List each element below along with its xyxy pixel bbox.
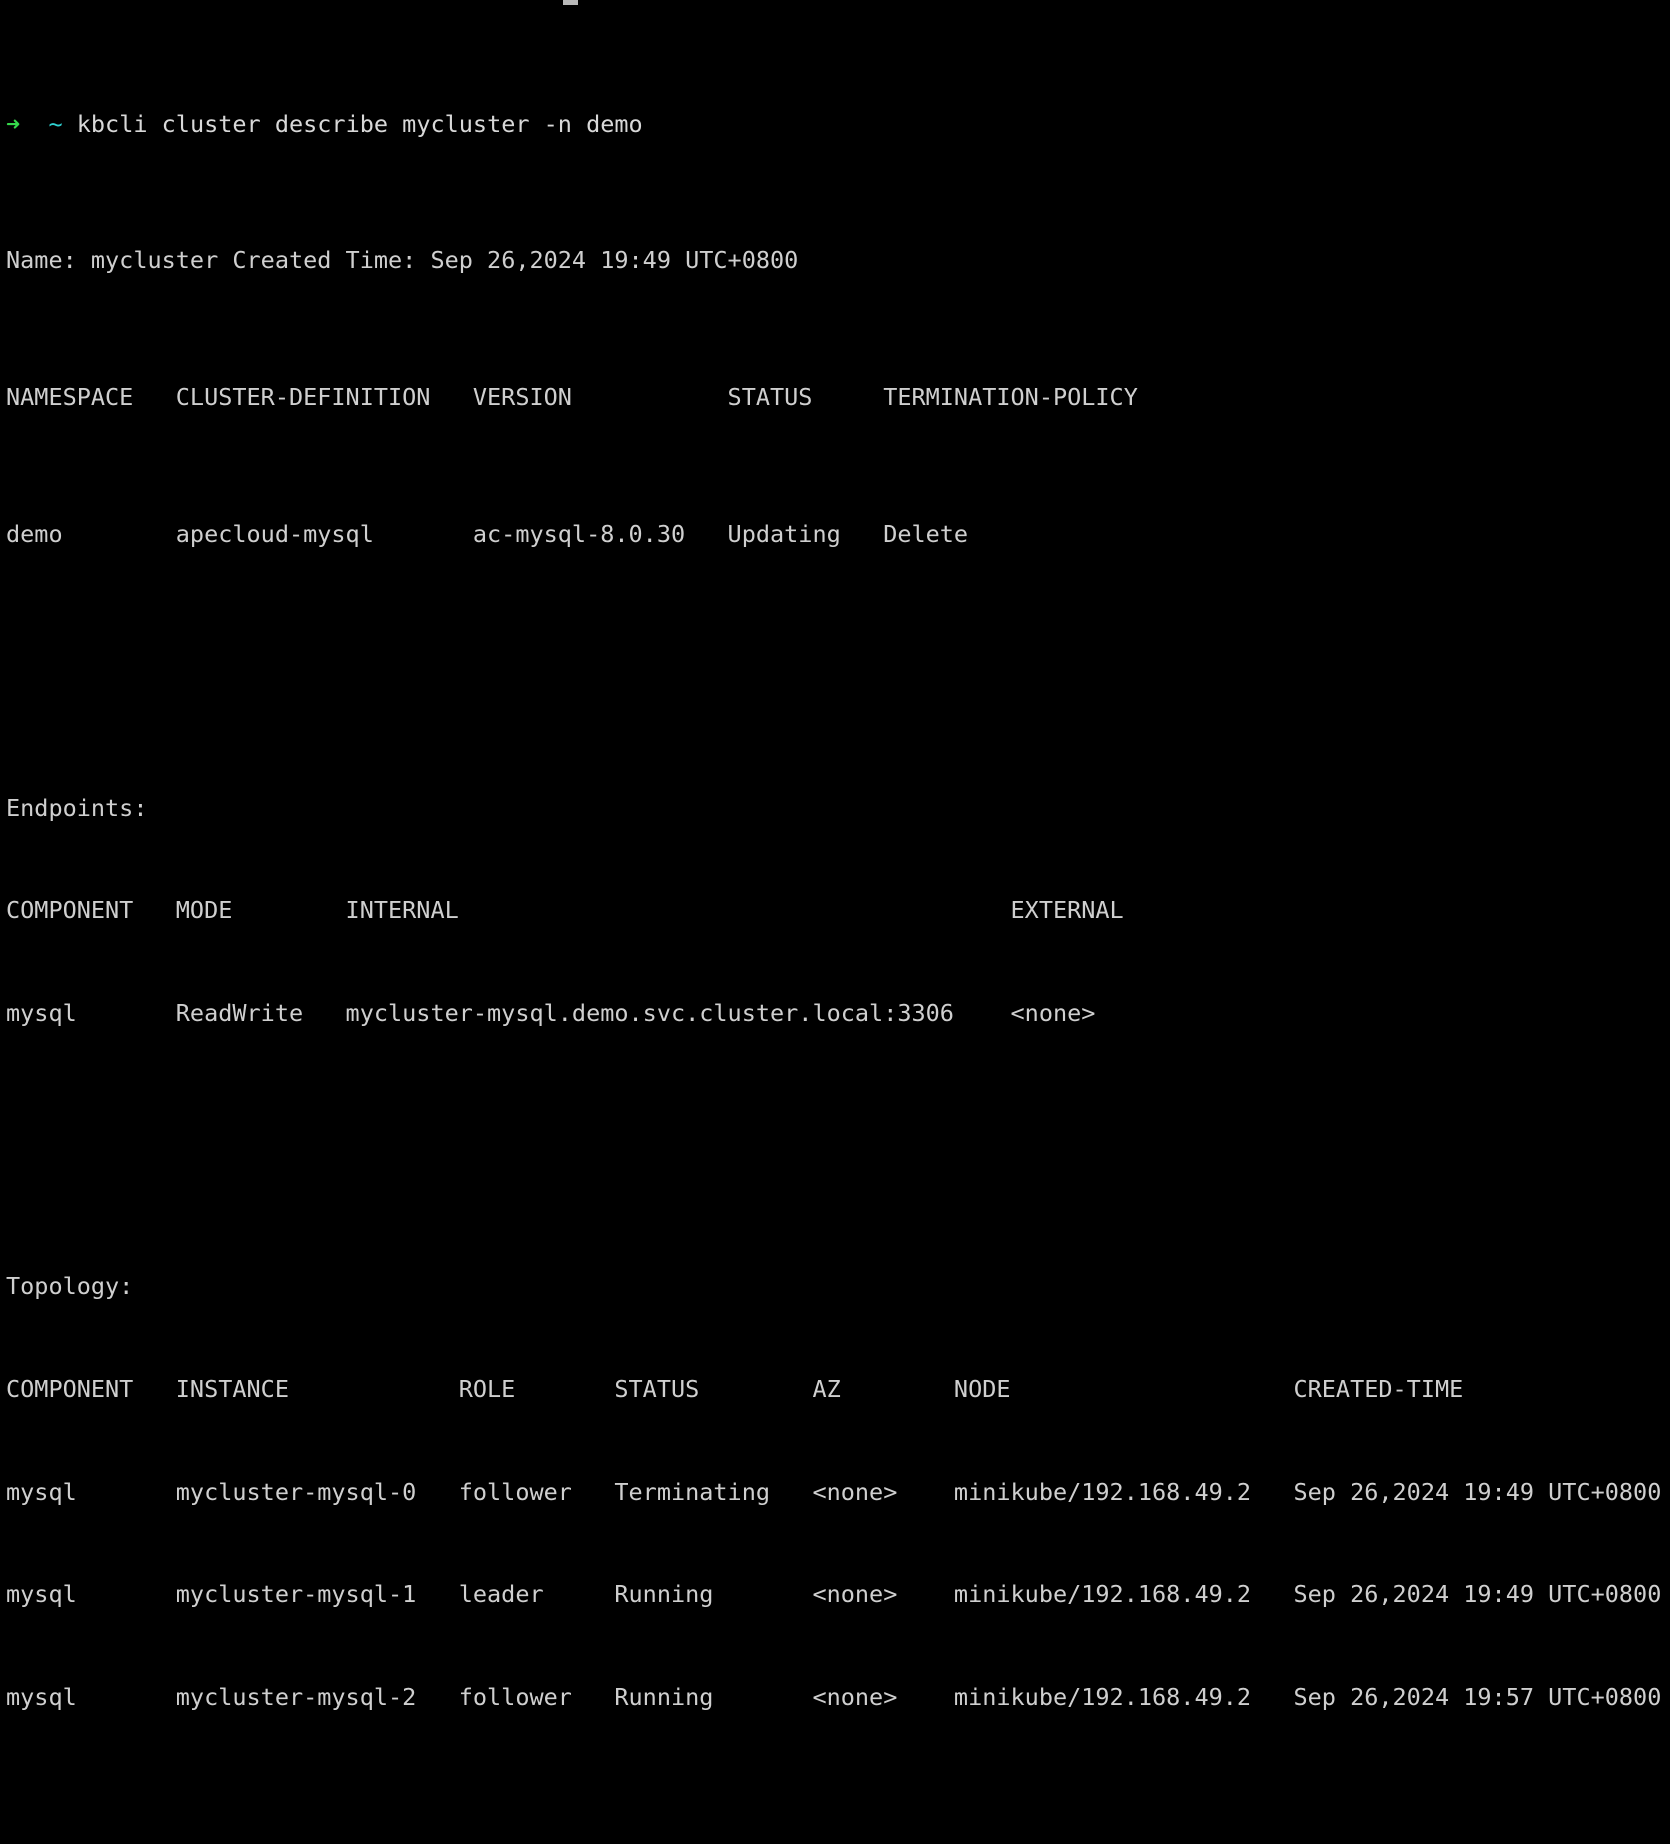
endpoints-table-header: COMPONENT MODE INTERNAL EXTERNAL (6, 896, 1124, 925)
terminal-window[interactable]: ➜ ~ kbcli cluster describe mycluster -n … (0, 0, 1670, 1711)
table-row: mysql mycluster-mysql-1 leader Running <… (6, 1580, 1662, 1609)
prompt-line[interactable]: ➜ ~ kbcli cluster describe mycluster -n … (6, 107, 1661, 141)
cluster-summary-line: Name: mycluster Created Time: Sep 26,202… (6, 246, 799, 275)
topology-section-title: Topology: (6, 1272, 134, 1301)
terminal-screen: ➜ ~ kbcli cluster describe mycluster -n … (6, 4, 1661, 1844)
table-row: mysql mycluster-mysql-0 follower Termina… (6, 1477, 1662, 1506)
table-row: mysql mycluster-mysql-2 follower Running… (6, 1682, 1662, 1711)
command-input[interactable]: kbcli cluster describe mycluster -n demo (77, 110, 643, 138)
prompt-spacer (20, 110, 48, 138)
cluster-table-header: NAMESPACE CLUSTER-DEFINITION VERSION STA… (6, 383, 1138, 412)
topology-table-header: COMPONENT INSTANCE ROLE STATUS AZ NODE C… (6, 1374, 1464, 1403)
prompt-spacer-2 (63, 110, 77, 138)
prompt-arrow-icon: ➜ (6, 109, 21, 138)
cluster-table-row: demo apecloud-mysql ac-mysql-8.0.30 Upda… (6, 520, 969, 548)
endpoints-table-row: mysql ReadWrite mycluster-mysql.demo.svc… (6, 998, 1096, 1027)
endpoints-section-title: Endpoints: (6, 793, 148, 822)
prompt-path: ~ (48, 109, 63, 138)
